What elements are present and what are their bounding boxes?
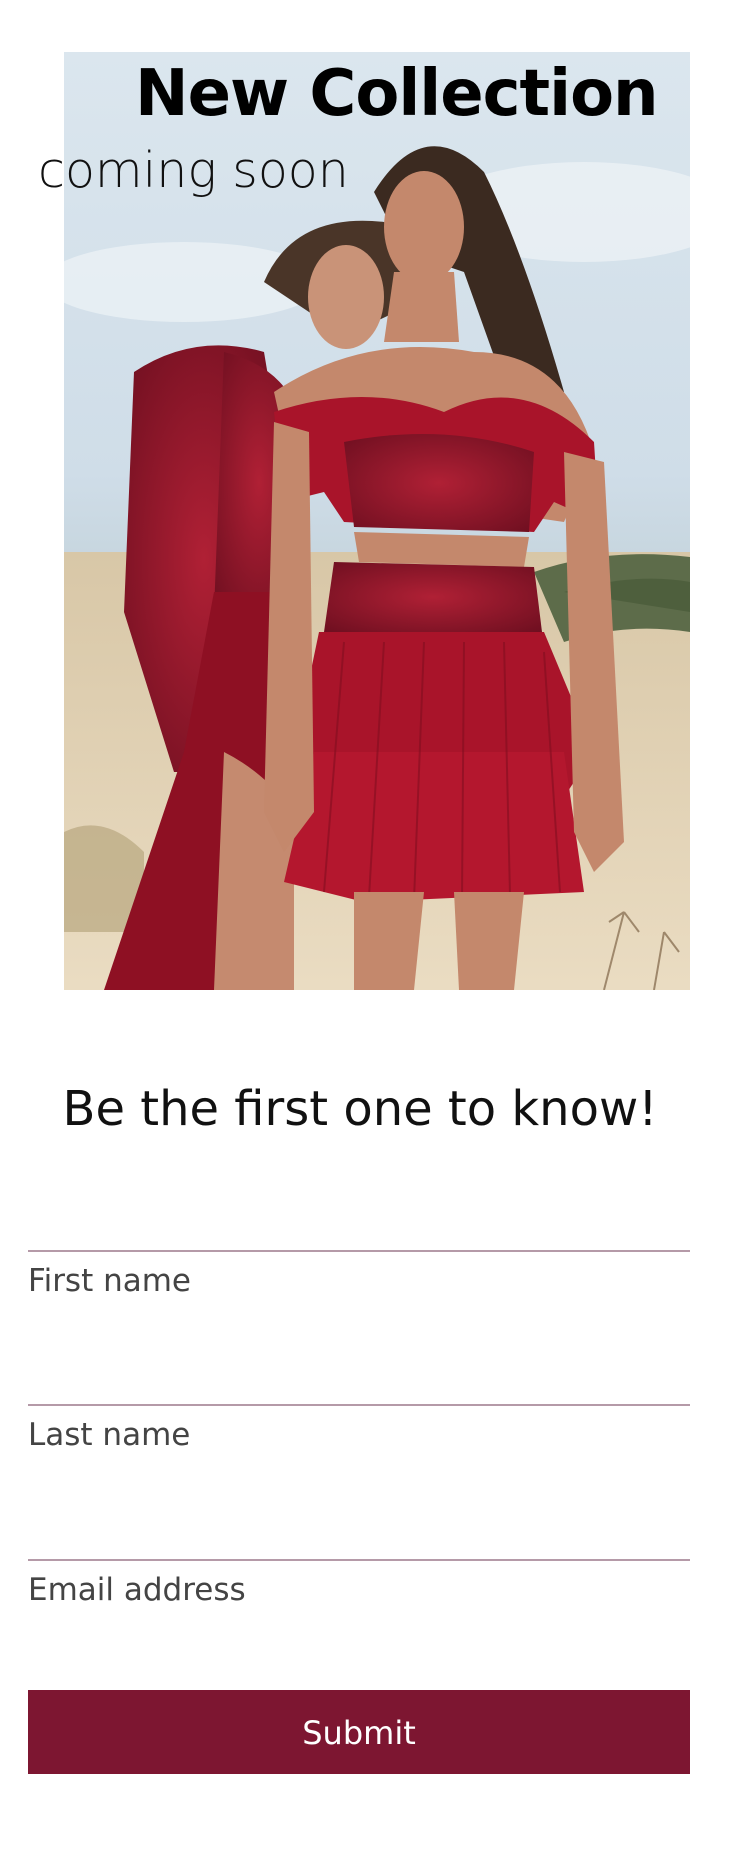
field-underline [28,1559,690,1561]
form-title: Be the first one to know! [62,1081,658,1137]
first-name-label: First name [28,1263,192,1299]
last-name-input[interactable] [28,1340,690,1400]
coming-soon-subhead: coming soon [38,142,349,199]
field-underline [28,1250,690,1252]
first-name-field: First name [28,1186,690,1320]
last-name-field: Last name [28,1340,690,1474]
first-name-input[interactable] [28,1186,690,1246]
email-field: Email address [28,1495,690,1629]
last-name-label: Last name [28,1417,191,1453]
collection-headline: New Collection [135,57,659,131]
submit-button[interactable]: Submit [28,1690,690,1774]
email-input[interactable] [28,1495,690,1555]
field-underline [28,1404,690,1406]
email-label: Email address [28,1572,246,1608]
